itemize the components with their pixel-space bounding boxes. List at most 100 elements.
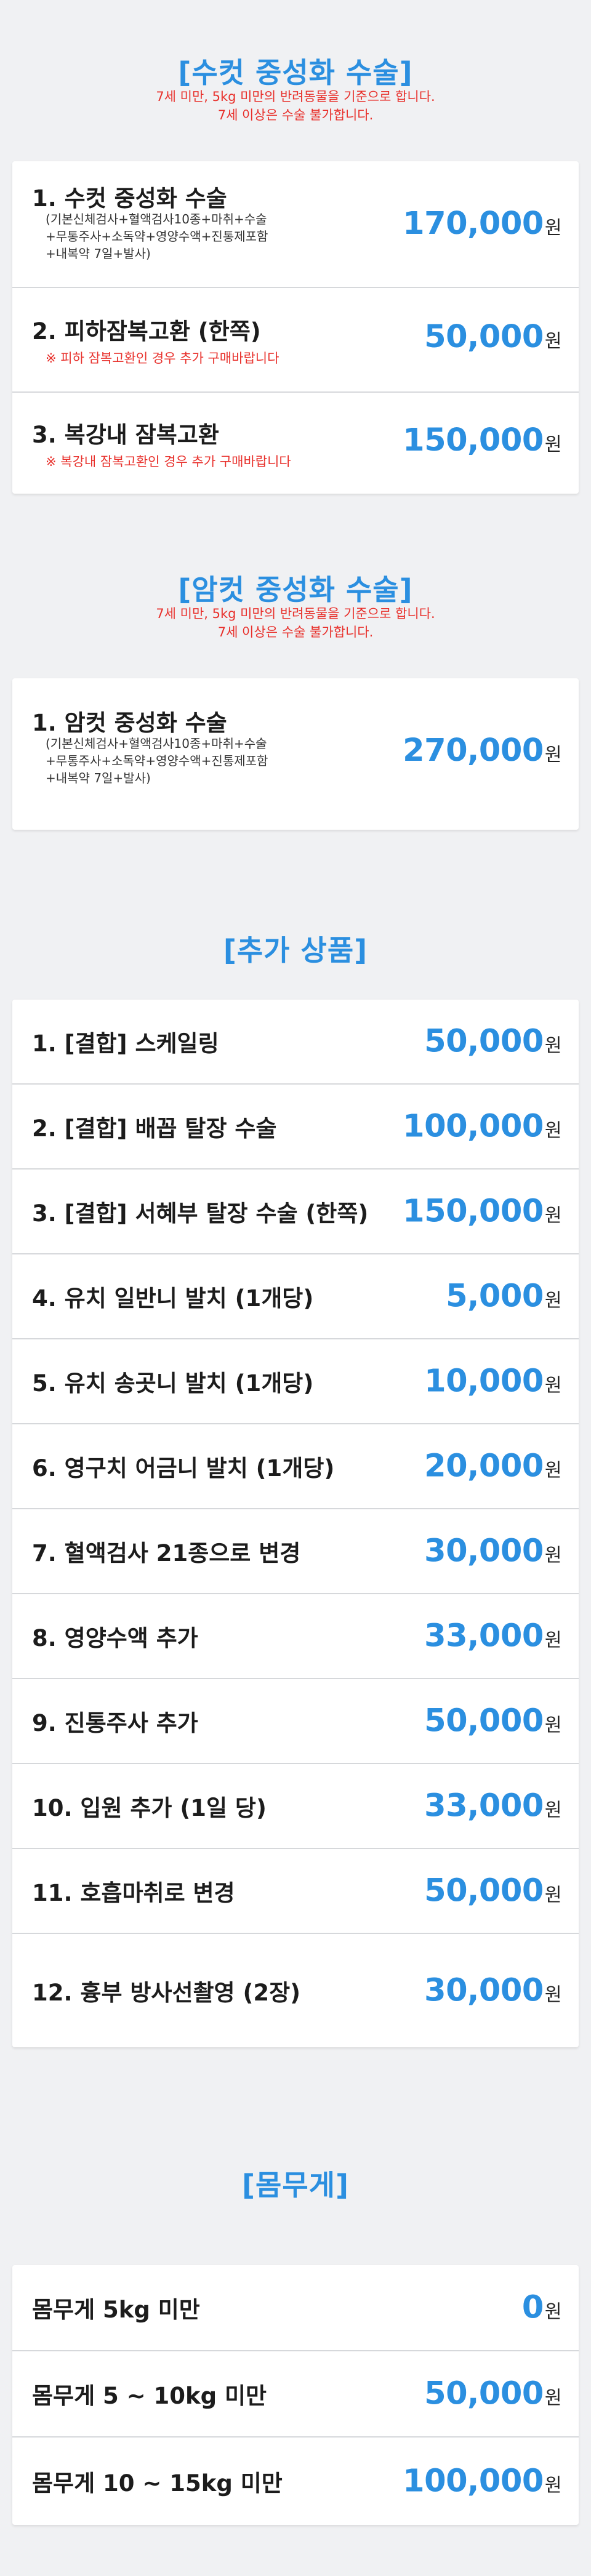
price-unit: 원	[544, 1714, 562, 1736]
item-name: 9. 진통주사 추가	[32, 1710, 198, 1736]
item-details: (기본신체검사+혈액검사10종+마취+수술 +무통주사+소독약+영양수액+진통제…	[46, 735, 268, 787]
price-unit: 원	[544, 217, 562, 239]
item-price: 33,000원	[424, 1618, 561, 1655]
male-neuter-title: [수컷 중성화 수술]	[178, 56, 413, 89]
price-value: 170,000	[403, 206, 544, 242]
price-unit: 원	[544, 1205, 562, 1227]
price-unit: 원	[544, 1799, 562, 1821]
item-name: 6. 영구치 어금니 발치 (1개당)	[32, 1455, 335, 1482]
item-price: 0원	[521, 2289, 562, 2326]
item-name: 1. 수컷 중성화 수술	[32, 185, 227, 212]
price-unit: 원	[544, 1120, 562, 1142]
item-name: 5. 유치 송곳니 발치 (1개당)	[32, 1370, 314, 1397]
price-row-inguinal-hernia[interactable]: 3. [결합] 서혜부 탈장 수술 (한쪽) 150,000원	[12, 1170, 579, 1254]
item-name: 2. 피하잠복고환 (한쪽)	[32, 318, 261, 345]
price-row-baby-tooth[interactable]: 4. 유치 일반니 발치 (1개당) 5,000원	[12, 1254, 579, 1339]
price-value: 270,000	[403, 732, 544, 769]
extra-products-title: [추가 상품]	[223, 934, 368, 967]
price-row-inhalation-anesthesia[interactable]: 11. 호흡마취로 변경 50,000원	[12, 1849, 579, 1934]
price-row-abdominal[interactable]: 3. 복강내 잠복고환 ※ 복강내 잠복고환인 경우 추가 구매바랍니다 150…	[12, 393, 579, 494]
item-price: 30,000원	[424, 1973, 561, 2009]
price-row-molar[interactable]: 6. 영구치 어금니 발치 (1개당) 20,000원	[12, 1424, 579, 1509]
price-row-umbilical-hernia[interactable]: 2. [결합] 배꼽 탈장 수술 100,000원	[12, 1085, 579, 1170]
item-name: 2. [결합] 배꼽 탈장 수술	[32, 1115, 277, 1142]
female-neuter-note-2: 7세 이상은 수술 불가합니다.	[217, 625, 374, 640]
item-detail-line: (기본신체검사+혈액검사10종+마취+수술	[46, 212, 267, 227]
price-value: 30,000	[424, 1533, 544, 1570]
price-unit: 원	[544, 1629, 562, 1651]
item-name: 몸무게 5 ~ 10kg 미만	[32, 2383, 267, 2409]
price-unit: 원	[544, 1374, 562, 1397]
item-detail-line: +내복약 7일+발사)	[46, 246, 151, 261]
price-value: 50,000	[424, 319, 544, 355]
price-row-scaling[interactable]: 1. [결합] 스케일링 50,000원	[12, 1000, 579, 1085]
item-price: 150,000원	[403, 1194, 561, 1230]
item-name: 3. 복강내 잠복고환	[32, 422, 219, 448]
item-price: 170,000원	[403, 206, 561, 242]
male-neuter-note-2: 7세 이상은 수술 불가합니다.	[217, 108, 374, 122]
item-price: 33,000원	[424, 1788, 561, 1824]
price-unit: 원	[544, 1035, 562, 1057]
price-row-blood-test[interactable]: 7. 혈액검사 21종으로 변경 30,000원	[12, 1509, 579, 1594]
item-price: 50,000원	[424, 319, 561, 355]
male-neuter-card: 1. 수컷 중성화 수술 (기본신체검사+혈액검사10종+마취+수술 +무통주사…	[12, 161, 579, 494]
item-price: 10,000원	[424, 1363, 561, 1400]
weight-card: 몸무게 5kg 미만 0원 몸무게 5 ~ 10kg 미만 50,000원 몸무…	[12, 2265, 579, 2525]
item-name: 1. [결합] 스케일링	[32, 1030, 219, 1057]
item-price: 50,000원	[424, 2376, 561, 2412]
price-value: 150,000	[403, 1193, 544, 1230]
item-name: 11. 호흡마취로 변경	[32, 1880, 235, 1906]
extra-products-card: 1. [결합] 스케일링 50,000원 2. [결합] 배꼽 탈장 수술 10…	[12, 1000, 579, 2047]
item-name: 몸무게 5kg 미만	[32, 2297, 200, 2323]
price-row-subcutaneous[interactable]: 2. 피하잠복고환 (한쪽) ※ 피하 잠복고환인 경우 추가 구매바랍니다 5…	[12, 288, 579, 393]
price-row-hospitalization[interactable]: 10. 입원 추가 (1일 당) 33,000원	[12, 1764, 579, 1849]
price-value: 33,000	[424, 1788, 544, 1824]
price-row-weight-5-10[interactable]: 몸무게 5 ~ 10kg 미만 50,000원	[12, 2351, 579, 2438]
item-details: (기본신체검사+혈액검사10종+마취+수술 +무통주사+소독약+영양수액+진통제…	[46, 211, 268, 262]
item-detail-line: (기본신체검사+혈액검사10종+마취+수술	[46, 736, 267, 751]
male-neuter-note-1: 7세 미만, 5kg 미만의 반려동물을 기준으로 합니다.	[156, 89, 435, 104]
item-name: 10. 입원 추가 (1일 당)	[32, 1795, 267, 1821]
price-row-weight-under-5[interactable]: 몸무게 5kg 미만 0원	[12, 2265, 579, 2351]
price-row-female-neuter[interactable]: 1. 암컷 중성화 수술 (기본신체검사+혈액검사10종+마취+수술 +무통주사…	[12, 678, 579, 830]
item-name: 1. 암컷 중성화 수술	[32, 710, 227, 736]
price-row-male-neuter[interactable]: 1. 수컷 중성화 수술 (기본신체검사+혈액검사10종+마취+수술 +무통주사…	[12, 161, 579, 288]
price-row-chest-xray[interactable]: 12. 흉부 방사선촬영 (2장) 30,000원	[12, 1934, 579, 2047]
price-value: 150,000	[403, 422, 544, 459]
item-price: 30,000원	[424, 1533, 561, 1570]
price-unit: 원	[544, 434, 562, 455]
price-unit: 원	[544, 2474, 562, 2497]
price-unit: 원	[544, 2301, 562, 2323]
female-neuter-note-1: 7세 미만, 5kg 미만의 반려동물을 기준으로 합니다.	[156, 606, 435, 621]
item-name: 12. 흉부 방사선촬영 (2장)	[32, 1980, 301, 2006]
item-detail-line: +무통주사+소독약+영양수액+진통제포함	[46, 229, 268, 244]
female-neuter-card: 1. 암컷 중성화 수술 (기본신체검사+혈액검사10종+마취+수술 +무통주사…	[12, 678, 579, 830]
item-price: 50,000원	[424, 1703, 561, 1739]
item-price: 50,000원	[424, 1873, 561, 1909]
price-value: 10,000	[424, 1363, 544, 1400]
price-value: 0	[521, 2289, 544, 2326]
item-price: 20,000원	[424, 1448, 561, 1485]
item-name: 4. 유치 일반니 발치 (1개당)	[32, 1285, 314, 1312]
price-row-baby-canine[interactable]: 5. 유치 송곳니 발치 (1개당) 10,000원	[12, 1339, 579, 1424]
price-unit: 원	[544, 331, 562, 352]
price-unit: 원	[544, 2387, 562, 2409]
price-row-painkiller[interactable]: 9. 진통주사 추가 50,000원	[12, 1679, 579, 1764]
price-row-weight-10-15[interactable]: 몸무게 10 ~ 15kg 미만 100,000원	[12, 2438, 579, 2525]
price-value: 100,000	[403, 2463, 544, 2500]
item-name: 몸무게 10 ~ 15kg 미만	[32, 2470, 283, 2497]
weight-title: [몸무게]	[241, 2169, 349, 2202]
price-value: 100,000	[403, 1108, 544, 1145]
price-row-nutrient-iv[interactable]: 8. 영양수액 추가 33,000원	[12, 1594, 579, 1679]
price-value: 50,000	[424, 1023, 544, 1060]
price-unit: 원	[544, 1459, 562, 1482]
price-unit: 원	[544, 1544, 562, 1567]
item-name: 3. [결합] 서혜부 탈장 수술 (한쪽)	[32, 1200, 369, 1227]
item-warning: ※ 피하 잠복고환인 경우 추가 구매바랍니다	[46, 351, 279, 366]
item-warning: ※ 복강내 잠복고환인 경우 추가 구매바랍니다	[46, 454, 291, 469]
price-value: 50,000	[424, 1703, 544, 1739]
item-price: 100,000원	[403, 2463, 561, 2500]
item-detail-line: +무통주사+소독약+영양수액+진통제포함	[46, 753, 268, 768]
item-price: 50,000원	[424, 1024, 561, 1060]
item-detail-line: +내복약 7일+발사)	[46, 771, 151, 785]
